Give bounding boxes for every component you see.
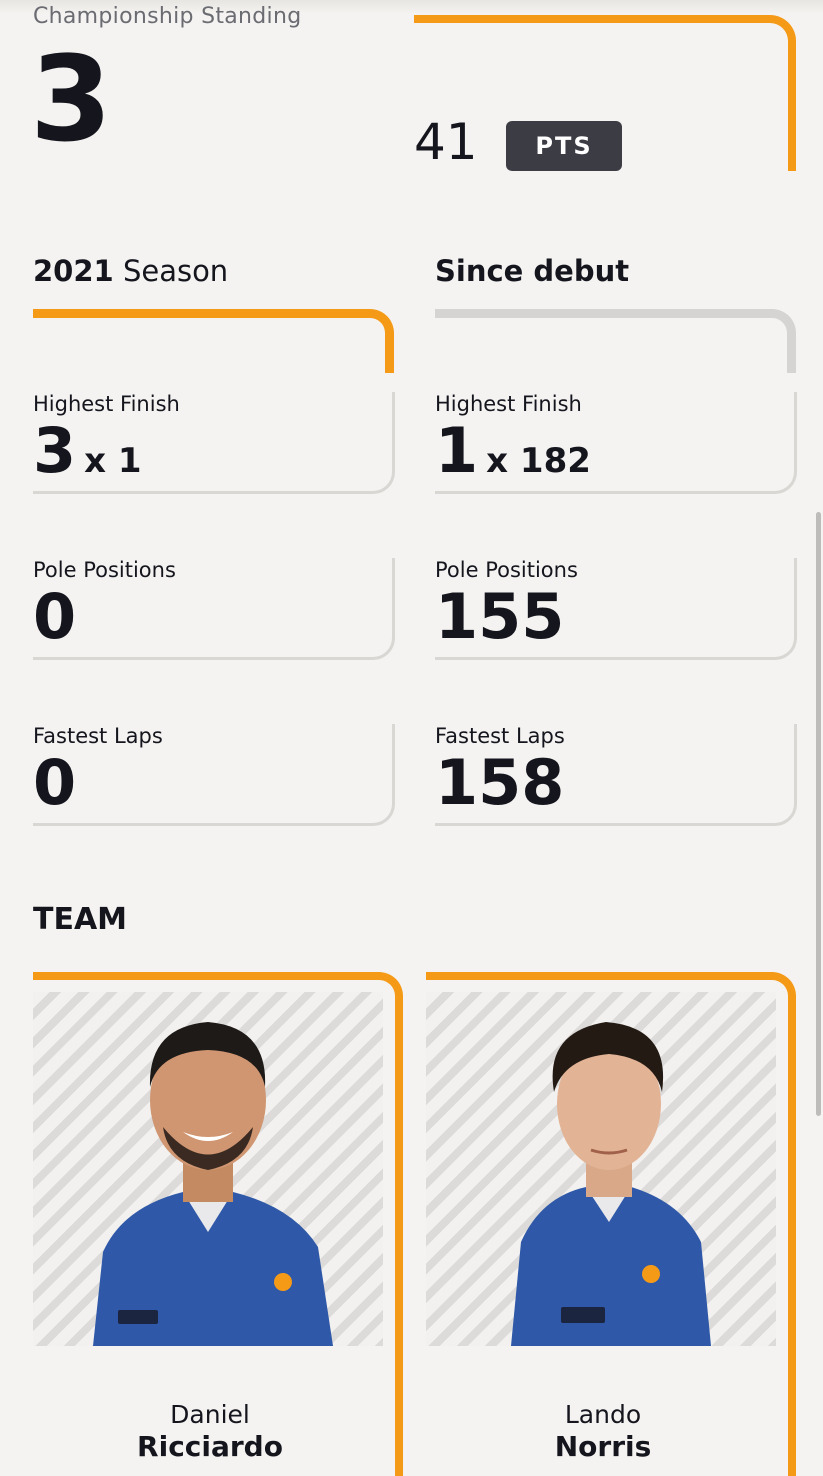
- driver-stats-page: Championship Standing 3 41 PTS 2021 Seas…: [0, 0, 823, 1476]
- debut-highest-finish-card: Highest Finish 1x 182: [435, 392, 797, 494]
- championship-label: Championship Standing: [33, 4, 302, 29]
- driver-last-name: Ricciardo: [137, 1430, 283, 1463]
- stat-label: Highest Finish: [33, 392, 180, 416]
- season-pole-positions-card: Pole Positions 0: [33, 558, 395, 660]
- stat-value: 0: [33, 746, 77, 819]
- stat-number: 3: [33, 414, 77, 487]
- stat-value: 155: [435, 580, 565, 653]
- season-heading: 2021 Season: [33, 254, 228, 288]
- driver-first-name: Daniel: [170, 1400, 250, 1429]
- driver-card-ricciardo[interactable]: Daniel Ricciardo: [33, 972, 403, 1476]
- driver-photo: [33, 992, 383, 1346]
- stat-label: Pole Positions: [33, 558, 176, 582]
- driver-first-name: Lando: [564, 1400, 642, 1429]
- debut-fastest-laps-card: Fastest Laps 158: [435, 724, 797, 826]
- scrollbar-thumb[interactable]: [816, 512, 821, 1116]
- debut-pole-positions-card: Pole Positions 155: [435, 558, 797, 660]
- season-fastest-laps-card: Fastest Laps 0: [33, 724, 395, 826]
- points-value: 41: [414, 113, 478, 171]
- stat-value: 0: [33, 580, 77, 653]
- stat-value: 1x 182: [435, 420, 591, 482]
- season-word: Season: [122, 254, 229, 288]
- stat-multiplier: x 1: [84, 441, 142, 481]
- driver-card-norris[interactable]: Lando Norris: [426, 972, 796, 1476]
- stat-label: Pole Positions: [435, 558, 578, 582]
- team-heading: TEAM: [33, 902, 128, 937]
- championship-position: 3: [30, 30, 112, 168]
- driver-last-name: Norris: [554, 1430, 652, 1463]
- stat-label: Fastest Laps: [33, 724, 163, 748]
- stat-label: Highest Finish: [435, 392, 582, 416]
- season-accent-bar: [33, 309, 394, 373]
- points-unit-badge: PTS: [506, 121, 622, 171]
- debut-accent-bar: [435, 309, 796, 373]
- stat-number: 1: [435, 414, 479, 487]
- driver-portrait-image: [93, 1022, 333, 1346]
- stat-label: Fastest Laps: [435, 724, 565, 748]
- stat-multiplier: x 182: [486, 441, 591, 481]
- debut-heading: Since debut: [435, 254, 630, 288]
- driver-portrait-image: [511, 1022, 711, 1346]
- season-year: 2021: [33, 254, 114, 288]
- season-highest-finish-card: Highest Finish 3x 1: [33, 392, 395, 494]
- stat-value: 158: [435, 746, 565, 819]
- driver-photo: [426, 992, 776, 1346]
- stat-value: 3x 1: [33, 420, 142, 482]
